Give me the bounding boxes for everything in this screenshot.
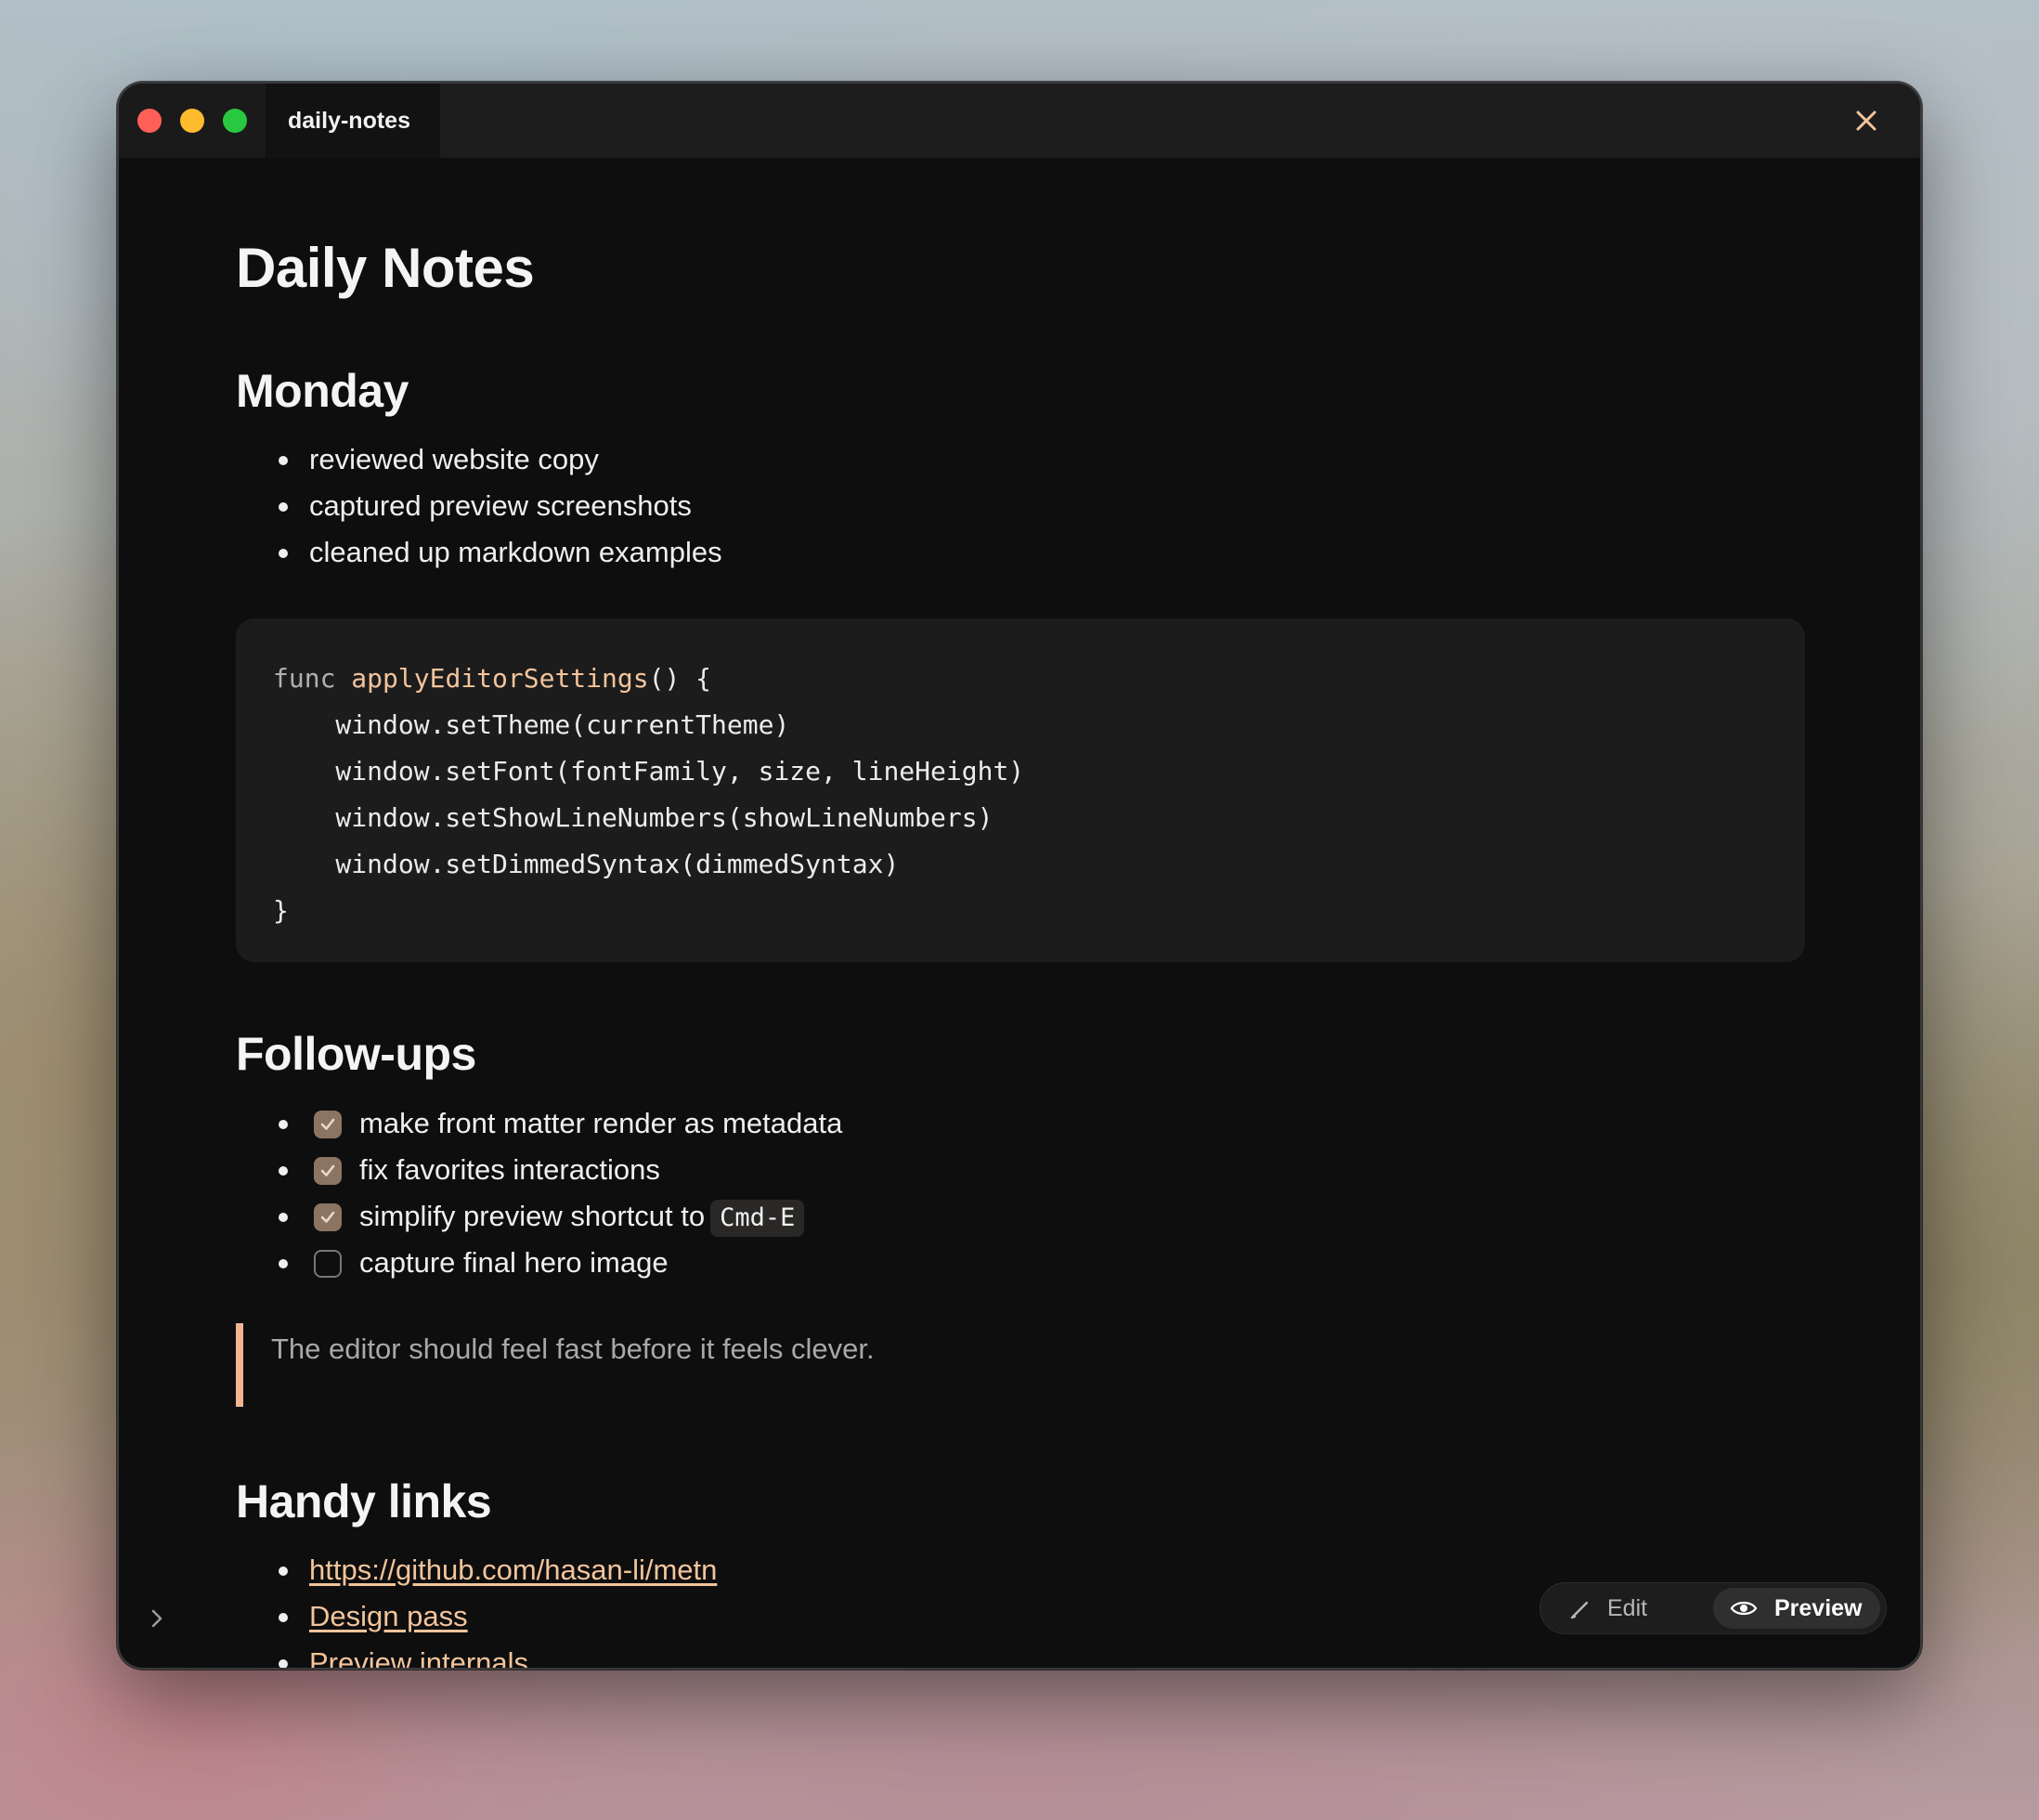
blockquote-text: The editor should feel fast before it fe… [271, 1332, 875, 1365]
code-keyword: func [273, 663, 336, 694]
checkmark-icon [320, 1118, 335, 1130]
close-window-button[interactable] [137, 109, 162, 133]
task-label: capture final hero image [359, 1246, 669, 1279]
task-checkbox[interactable] [314, 1111, 342, 1138]
heading-follow-ups: Follow-ups [236, 1028, 476, 1080]
code-line: window.setTheme(currentTheme) [273, 709, 790, 740]
task-item: fix favorites interactions [236, 1147, 842, 1193]
eye-icon [1730, 1601, 1758, 1616]
list-item: Preview internals [236, 1640, 717, 1668]
sidebar-toggle-button[interactable] [143, 1605, 171, 1632]
close-tab-button[interactable] [1851, 106, 1881, 136]
link-preview-internals[interactable]: Preview internals [309, 1646, 528, 1668]
code-line: window.setDimmedSyntax(dimmedSyntax) [273, 849, 900, 879]
preview-label: Preview [1774, 1595, 1863, 1621]
minimize-window-button[interactable] [180, 109, 204, 133]
link-design-pass[interactable]: Design pass [309, 1600, 468, 1632]
zoom-window-button[interactable] [223, 109, 247, 133]
list-item: captured preview screenshots [236, 483, 722, 529]
code-function-name: applyEditorSettings [351, 663, 649, 694]
list-item: https://github.com/hasan-li/metn [236, 1547, 717, 1593]
heading-monday: Monday [236, 365, 409, 417]
heading-handy-links: Handy links [236, 1476, 492, 1528]
code-line: } [273, 895, 289, 926]
page-title: Daily Notes [236, 237, 535, 299]
code-line: func applyEditorSettings() { [273, 656, 1805, 702]
links-list: https://github.com/hasan-li/metn Design … [236, 1547, 717, 1668]
edit-label: Edit [1607, 1595, 1648, 1621]
task-label: fix favorites interactions [359, 1153, 660, 1186]
tab-bar-background [266, 84, 1920, 158]
code-punctuation: () { [648, 663, 712, 694]
pencil-icon [1570, 1601, 1589, 1619]
preview-mode-button[interactable]: Preview [1713, 1588, 1880, 1629]
task-checkbox[interactable] [314, 1250, 342, 1278]
chevron-right-icon [151, 1609, 162, 1628]
monday-list: reviewed website copy captured preview s… [236, 436, 722, 576]
task-checkbox[interactable] [314, 1203, 342, 1231]
mode-switch: Edit Preview [1539, 1582, 1887, 1634]
checkmark-icon [320, 1211, 335, 1223]
title-bar: daily-notes [119, 84, 1920, 158]
inline-code: Cmd-E [710, 1200, 805, 1237]
task-item: capture final hero image [236, 1240, 842, 1286]
edit-mode-button[interactable]: Edit [1559, 1583, 1698, 1633]
list-item: Design pass [236, 1593, 717, 1640]
follow-ups-list: make front matter render as metadata fix… [236, 1100, 842, 1286]
task-label: make front matter render as metadata [359, 1107, 843, 1139]
app-window: daily-notes Daily Notes Monday reviewed … [117, 82, 1922, 1670]
code-line: window.setFont(fontFamily, size, lineHei… [273, 756, 1025, 786]
close-icon [1856, 110, 1877, 131]
link-github[interactable]: https://github.com/hasan-li/metn [309, 1554, 717, 1586]
task-item: simplify preview shortcut to Cmd-E [236, 1193, 842, 1240]
task-checkbox[interactable] [314, 1157, 342, 1185]
list-item: reviewed website copy [236, 436, 722, 483]
blockquote: The editor should feel fast before it fe… [236, 1323, 1350, 1407]
list-item: cleaned up markdown examples [236, 529, 722, 576]
code-line: window.setShowLineNumbers(showLineNumber… [273, 802, 994, 833]
tab-daily-notes[interactable]: daily-notes [266, 84, 440, 158]
markdown-preview: Daily Notes Monday reviewed website copy… [236, 158, 1805, 1668]
checkmark-icon [320, 1164, 335, 1176]
code-block: func applyEditorSettings() { window.setT… [236, 618, 1805, 962]
task-label: simplify preview shortcut to [359, 1200, 706, 1232]
task-item: make front matter render as metadata [236, 1100, 842, 1147]
